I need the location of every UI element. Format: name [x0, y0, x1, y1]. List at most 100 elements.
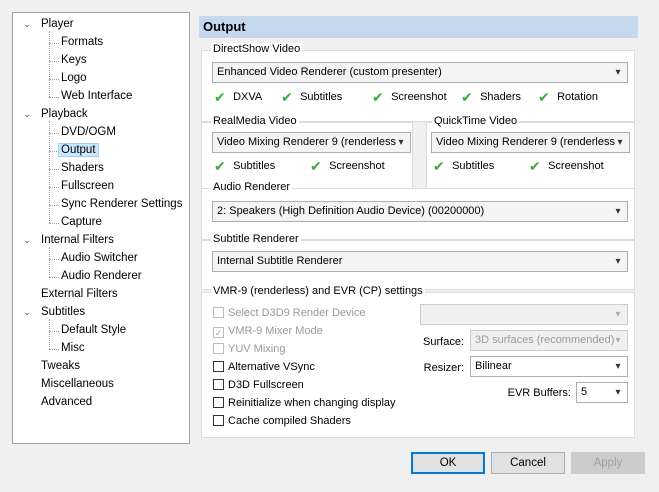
cap-shaders: ✔ Shaders: [461, 89, 522, 105]
tree-connector: [49, 97, 59, 98]
tree-guide-line: [49, 247, 50, 277]
checkbox-icon: ✓: [213, 327, 224, 338]
chevron-down-icon: ▾: [615, 133, 625, 152]
option-yuv-mixing-checkbox[interactable]: YUV Mixing: [213, 341, 285, 357]
subtitle-renderer-select[interactable]: Internal Subtitle Renderer ▾: [212, 251, 628, 272]
tree-item-subtitles[interactable]: Subtitles: [41, 304, 85, 322]
tree-item-sync-renderer-settings[interactable]: Sync Renderer Settings: [61, 196, 182, 214]
tree-item-logo[interactable]: Logo: [61, 70, 87, 88]
tree-item-internal-filters[interactable]: Internal Filters: [41, 232, 114, 250]
option-select-d3d9-render-device-checkbox[interactable]: Select D3D9 Render Device: [213, 305, 366, 321]
directshow-renderer-select[interactable]: Enhanced Video Renderer (custom presente…: [212, 62, 628, 83]
checkbox-icon: [213, 415, 224, 426]
chevron-down-icon: ▾: [615, 309, 621, 320]
chevron-down-icon[interactable]: ⌄: [21, 106, 33, 124]
cap-dxva: ✔ DXVA: [214, 89, 263, 105]
tree-item-advanced[interactable]: Advanced: [41, 394, 92, 412]
option-label: Select D3D9 Render Device: [228, 307, 366, 319]
tree-item-dvd-ogm[interactable]: DVD/OGM: [61, 124, 116, 142]
tree-item-keys[interactable]: Keys: [61, 52, 87, 70]
tree-item-label: Shaders: [61, 162, 104, 174]
evr-buffers-select[interactable]: 5 ▾: [576, 382, 628, 403]
chevron-down-icon[interactable]: ⌄: [21, 304, 33, 322]
option-vmr-9-mixer-mode-checkbox[interactable]: ✓ VMR-9 Mixer Mode: [213, 323, 323, 339]
page-title: Output: [199, 16, 638, 38]
realmedia-video-title: RealMedia Video: [211, 115, 299, 128]
tree-connector: [49, 277, 59, 278]
realmedia-renderer-value: Video Mixing Renderer 9 (renderless): [217, 136, 400, 148]
tree-item-label: Subtitles: [41, 306, 86, 318]
tree-item-web-interface[interactable]: Web Interface: [61, 88, 132, 106]
chevron-down-icon[interactable]: ⌄: [21, 232, 33, 250]
tree-item-label: Keys: [61, 54, 87, 66]
tree-item-label: Audio Switcher: [61, 252, 138, 264]
render-device-select[interactable]: ▾: [420, 304, 628, 325]
ok-button[interactable]: OK: [411, 452, 485, 474]
checkmark-icon: ✔: [310, 158, 322, 174]
tree-item-shaders[interactable]: Shaders: [61, 160, 104, 178]
option-d3d-fullscreen-checkbox[interactable]: D3D Fullscreen: [213, 377, 304, 393]
tree-item-label: Misc: [61, 342, 85, 354]
tree-item-label: Default Style: [61, 324, 127, 336]
tree-connector: [49, 169, 59, 170]
vmr-settings-title: VMR-9 (renderless) and EVR (CP) settings: [211, 285, 425, 298]
tree-connector: [49, 259, 59, 260]
tree-item-label: Capture: [61, 216, 102, 228]
tree-item-formats[interactable]: Formats: [61, 34, 103, 52]
tree-item-label: Formats: [61, 36, 104, 48]
tree-item-external-filters[interactable]: External Filters: [41, 286, 118, 304]
tree-guide-line: [49, 31, 50, 97]
surface-label: Surface:: [423, 336, 464, 348]
settings-tree[interactable]: ⌄ Player Formats Keys Logo Web Interface ⌄ Play…: [12, 12, 190, 444]
checkmark-icon: ✔: [461, 89, 473, 105]
resizer-value: Bilinear: [475, 360, 512, 372]
tree-item-default-style[interactable]: Default Style: [61, 322, 126, 340]
chevron-down-icon: ▾: [615, 67, 621, 78]
tree-item-label: Web Interface: [61, 90, 133, 102]
tree-item-label: Fullscreen: [61, 180, 115, 192]
checkbox-icon: [213, 307, 224, 318]
chevron-down-icon[interactable]: ⌄: [21, 16, 33, 34]
checkbox-icon: [213, 343, 224, 354]
tree-item-miscellaneous[interactable]: Miscellaneous: [41, 376, 114, 394]
option-reinitialize-when-changing-display-checkbox[interactable]: Reinitialize when changing display: [213, 395, 396, 411]
tree-item-tweaks[interactable]: Tweaks: [41, 358, 80, 376]
realmedia-renderer-select[interactable]: Video Mixing Renderer 9 (renderless) ▾: [212, 132, 411, 153]
rm-cap-screenshot: ✔ Screenshot: [310, 158, 385, 174]
surface-value: 3D surfaces (recommended): [475, 334, 615, 346]
option-cache-compiled-shaders-checkbox[interactable]: Cache compiled Shaders: [213, 413, 351, 429]
checkmark-icon: ✔: [529, 158, 541, 174]
tree-item-output[interactable]: Output: [58, 142, 99, 160]
checkmark-icon: ✔: [538, 89, 550, 105]
tree-guide-line: [49, 121, 50, 223]
tree-item-audio-renderer[interactable]: Audio Renderer: [61, 268, 142, 286]
checkmark-icon: ✔: [281, 89, 293, 105]
apply-button[interactable]: Apply: [571, 452, 645, 474]
option-alternative-vsync-checkbox[interactable]: Alternative VSync: [213, 359, 315, 375]
qt-cap-subtitles: ✔ Subtitles: [433, 158, 495, 174]
resizer-select[interactable]: Bilinear ▾: [470, 356, 628, 377]
option-label: Cache compiled Shaders: [228, 415, 351, 427]
option-label: YUV Mixing: [228, 343, 286, 355]
audio-device-value: 2: Speakers (High Definition Audio Devic…: [217, 205, 485, 217]
chevron-down-icon: ▾: [615, 387, 621, 398]
checkbox-icon: [213, 397, 224, 408]
checkmark-icon: ✔: [372, 89, 384, 105]
settings-panel: Output DirectShow Video Enhanced Video R…: [195, 12, 638, 444]
tree-item-fullscreen[interactable]: Fullscreen: [61, 178, 114, 196]
tree-item-playback[interactable]: Playback: [41, 106, 88, 124]
tree-item-label: Advanced: [41, 396, 93, 408]
tree-connector: [49, 61, 59, 62]
audio-device-select[interactable]: 2: Speakers (High Definition Audio Devic…: [212, 201, 628, 222]
checkmark-icon: ✔: [214, 158, 226, 174]
tree-item-label: Audio Renderer: [61, 270, 142, 282]
tree-item-misc[interactable]: Misc: [61, 340, 85, 358]
cancel-button[interactable]: Cancel: [491, 452, 565, 474]
tree-item-audio-switcher[interactable]: Audio Switcher: [61, 250, 138, 268]
quicktime-renderer-value: Video Mixing Renderer 9 (renderless): [436, 136, 619, 148]
tree-item-capture[interactable]: Capture: [61, 214, 102, 232]
tree-item-player[interactable]: Player: [41, 16, 74, 34]
tree-guide-line: [49, 319, 50, 349]
quicktime-renderer-select[interactable]: Video Mixing Renderer 9 (renderless) ▾: [431, 132, 630, 153]
surface-select[interactable]: 3D surfaces (recommended) ▾: [470, 330, 628, 351]
